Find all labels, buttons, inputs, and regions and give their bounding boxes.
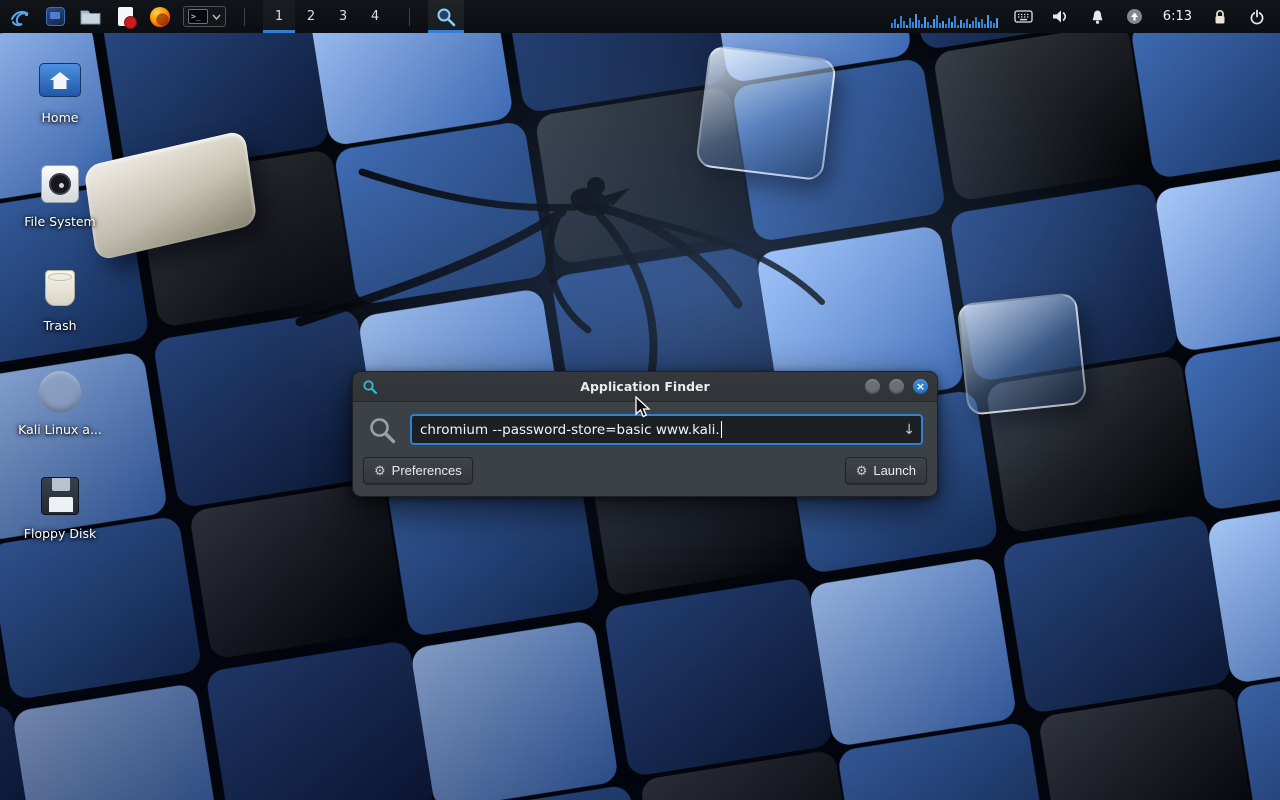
kali-menu-icon[interactable] <box>8 5 32 29</box>
desktop-icon-label: Trash <box>43 318 76 333</box>
search-row: chromium --password-store=basic www.kali… <box>353 402 937 455</box>
preferences-button[interactable]: ⚙ Preferences <box>363 457 473 484</box>
window-title: Application Finder <box>353 379 937 394</box>
search-icon <box>367 415 397 445</box>
floppy-icon <box>36 472 84 520</box>
window-manager-icon[interactable] <box>43 5 67 29</box>
desktop-icon-kali-linux[interactable]: Kali Linux a... <box>10 368 110 437</box>
panel-right-section: 6:13 <box>891 0 1280 33</box>
taskbar-appfinder-button[interactable] <box>428 0 464 33</box>
power-icon[interactable] <box>1246 0 1268 33</box>
application-finder-window: Application Finder × chromium --password… <box>352 371 938 497</box>
button-row: ⚙ Preferences ⚙ Launch <box>353 455 937 496</box>
panel-divider <box>244 8 245 26</box>
desktop-icon-label: Floppy Disk <box>24 526 96 541</box>
window-buttons: × <box>865 379 928 394</box>
workspace-1[interactable]: 1 <box>263 0 295 33</box>
desktop-icon-floppy-disk[interactable]: Floppy Disk <box>10 472 110 541</box>
drive-icon <box>36 160 84 208</box>
search-icon <box>435 6 457 28</box>
desktop-icon-column: Home File System Trash Kali Linux a... F… <box>10 56 110 541</box>
bell-icon[interactable] <box>1087 0 1109 33</box>
firefox-icon[interactable] <box>148 5 172 29</box>
desktop-icon-label: Kali Linux a... <box>18 422 102 437</box>
desktop-icon-file-system[interactable]: File System <box>10 160 110 229</box>
workspace-switcher: 1 2 3 4 <box>263 0 391 33</box>
desktop-icon-home[interactable]: Home <box>10 56 110 125</box>
status-icon[interactable] <box>1124 0 1146 33</box>
trash-icon <box>36 264 84 312</box>
desktop-icon-trash[interactable]: Trash <box>10 264 110 333</box>
workspace-3[interactable]: 3 <box>327 0 359 33</box>
terminal-icon: >_ <box>188 9 208 24</box>
text-editor-icon[interactable] <box>113 5 137 29</box>
close-button[interactable]: × <box>913 379 928 394</box>
workspace-2[interactable]: 2 <box>295 0 327 33</box>
desktop-icon-label: Home <box>42 110 79 125</box>
gear-icon: ⚙ <box>374 464 386 477</box>
lock-icon[interactable] <box>1209 0 1231 33</box>
preferences-button-label: Preferences <box>392 463 462 478</box>
top-panel: >_ 1 2 3 4 <box>0 0 1280 33</box>
combo-dropdown-arrow-icon[interactable]: ↓ <box>903 422 915 438</box>
window-titlebar[interactable]: Application Finder × <box>353 372 937 402</box>
keyboard-icon[interactable] <box>1013 0 1035 33</box>
appfinder-window-icon <box>362 379 378 395</box>
launch-button[interactable]: ⚙ Launch <box>845 457 927 484</box>
maximize-button[interactable] <box>889 379 904 394</box>
run-icon: ⚙ <box>856 464 868 477</box>
launch-button-label: Launch <box>873 463 916 478</box>
file-manager-icon[interactable] <box>78 5 102 29</box>
workspace-4[interactable]: 4 <box>359 0 391 33</box>
clock[interactable]: 6:13 <box>1161 9 1194 24</box>
audio-spectrum-graph[interactable] <box>891 6 998 28</box>
search-input-value: chromium --password-store=basic www.kali… <box>420 422 720 438</box>
volume-icon[interactable] <box>1050 0 1072 33</box>
terminal-selector[interactable]: >_ <box>183 6 226 27</box>
search-input[interactable]: chromium --password-store=basic www.kali… <box>410 414 923 445</box>
kali-disc-icon <box>36 368 84 416</box>
home-folder-icon <box>36 56 84 104</box>
desktop-icon-label: File System <box>24 214 96 229</box>
chevron-down-icon <box>212 14 221 20</box>
text-caret <box>721 421 723 438</box>
panel-left-section: >_ 1 2 3 4 <box>0 0 464 33</box>
minimize-button[interactable] <box>865 379 880 394</box>
panel-divider-2 <box>409 8 410 26</box>
